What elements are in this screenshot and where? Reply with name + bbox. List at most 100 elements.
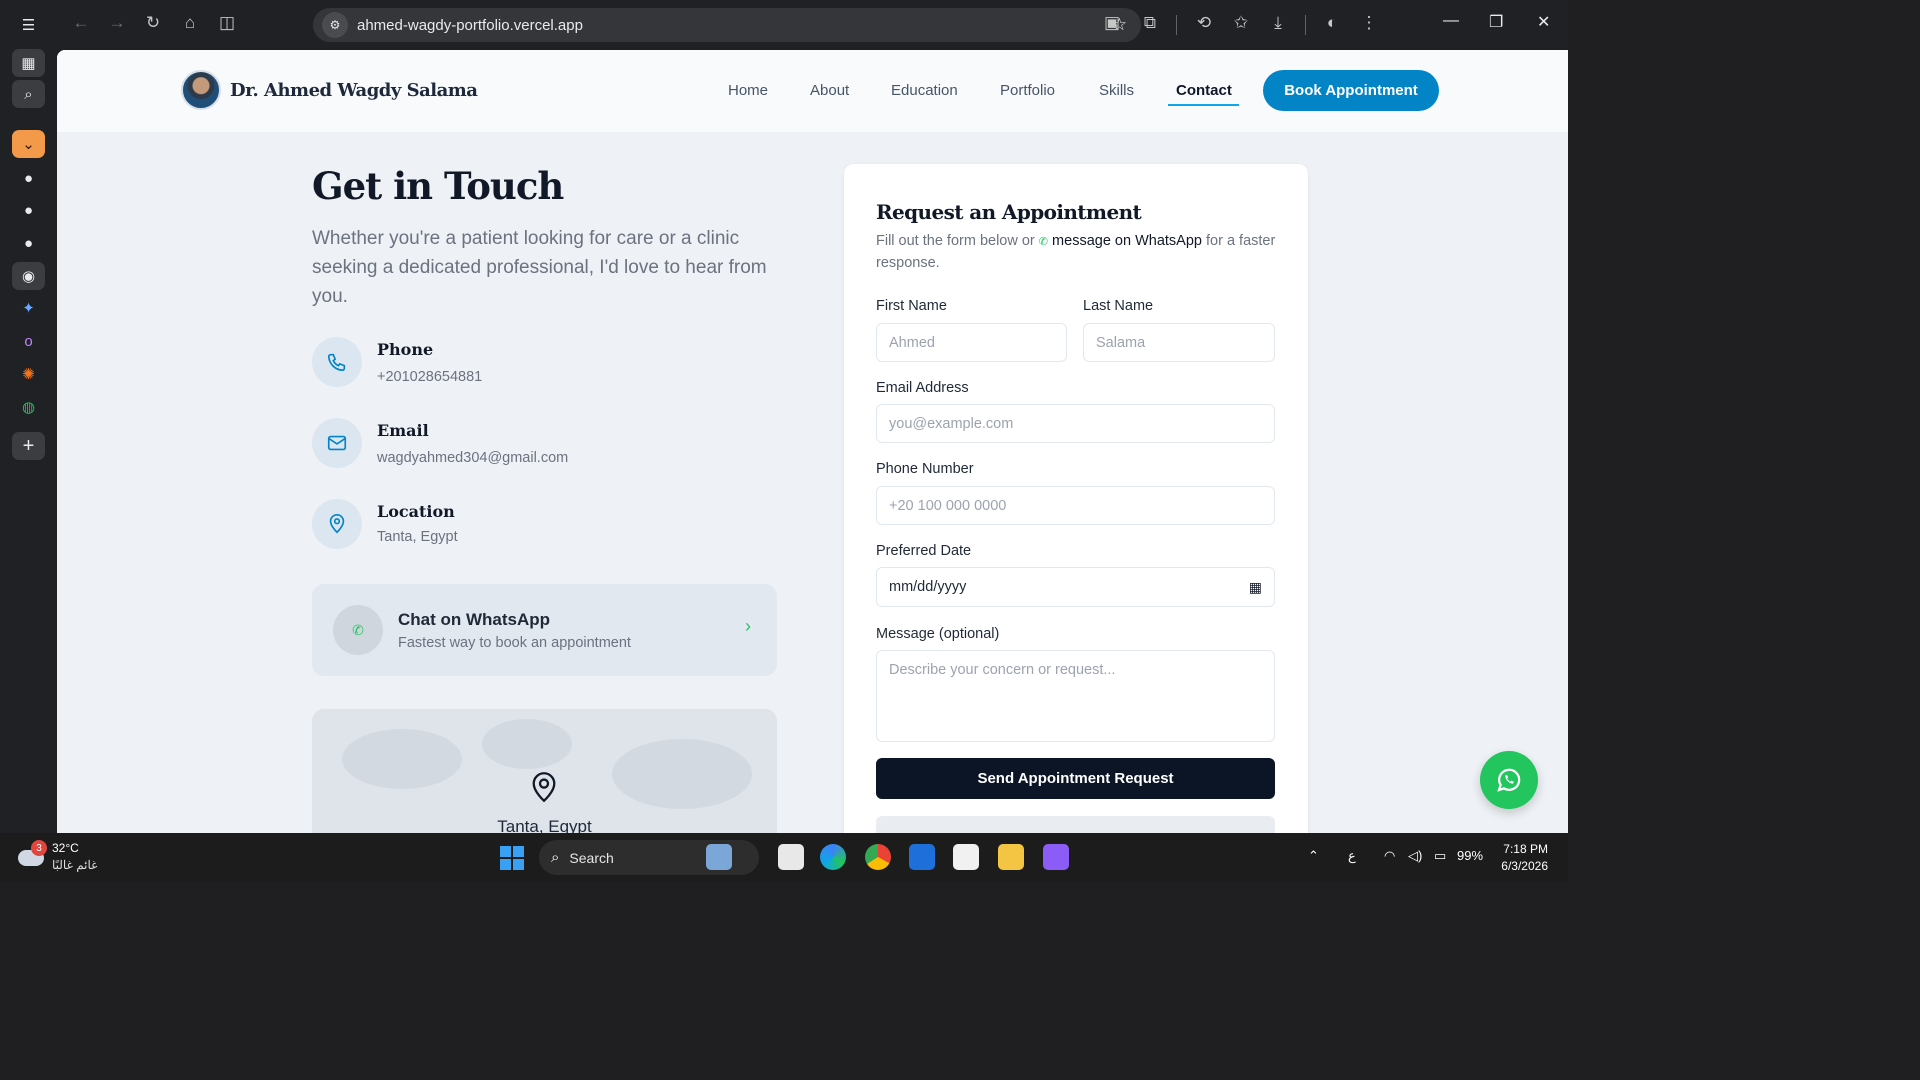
favorites-icon[interactable]: ✩ bbox=[1229, 13, 1253, 33]
tab-grid-icon[interactable]: ▦ bbox=[12, 49, 45, 77]
message-textarea[interactable]: Describe your concern or request... bbox=[876, 650, 1275, 742]
first-name-field[interactable]: Ahmed bbox=[876, 323, 1067, 362]
message-label: Message (optional) bbox=[876, 626, 1000, 642]
whatsapp-link[interactable]: message on WhatsApp bbox=[1052, 233, 1202, 249]
nav-education[interactable]: Education bbox=[891, 82, 958, 99]
minimize-icon[interactable]: — bbox=[1443, 12, 1459, 30]
input-language[interactable]: ع bbox=[1348, 848, 1356, 864]
extension-icon[interactable]: ▣ bbox=[1100, 13, 1124, 33]
sidebar-toggle-icon[interactable]: ☰ bbox=[12, 11, 45, 39]
edge-browser-icon[interactable] bbox=[820, 844, 846, 870]
github-tab-icon[interactable]: ● bbox=[12, 196, 45, 224]
active-nav-indicator bbox=[1168, 104, 1239, 106]
search-icon: ⌕ bbox=[551, 849, 560, 866]
toolbar-divider bbox=[1176, 15, 1177, 35]
email-field[interactable]: you@example.com bbox=[876, 404, 1275, 443]
map-pin-icon bbox=[532, 772, 556, 803]
send-appointment-button[interactable]: Send Appointment Request bbox=[876, 758, 1275, 799]
windows-taskbar: 3 32°C غائم غالبًا ⌕ Search ⌃ ع ◠ ◁) ▭ 9… bbox=[0, 833, 1568, 882]
appointment-form: Request an Appointment Fill out the form… bbox=[844, 164, 1308, 833]
forward-icon[interactable]: → bbox=[105, 13, 129, 33]
tray-overflow-chevron-icon[interactable]: ⌃ bbox=[1308, 848, 1319, 864]
visual-studio-icon[interactable] bbox=[1043, 844, 1069, 870]
whatsapp-floating-button[interactable] bbox=[1480, 751, 1538, 809]
email-label: Email Address bbox=[876, 380, 969, 396]
chevron-right-icon: › bbox=[745, 616, 751, 636]
gemini-tab-icon[interactable]: ✦ bbox=[12, 294, 45, 322]
nav-about[interactable]: About bbox=[810, 82, 849, 99]
back-icon[interactable]: ← bbox=[69, 13, 93, 33]
toolbar-divider bbox=[1305, 15, 1306, 35]
whatsapp-card-title: Chat on WhatsApp bbox=[398, 610, 551, 629]
reload-icon[interactable]: ↻ bbox=[141, 13, 165, 33]
github-tab-icon[interactable]: ● bbox=[12, 229, 45, 257]
download-icon[interactable]: ⤓ bbox=[1266, 13, 1290, 33]
app-tab-icon[interactable]: o bbox=[12, 327, 45, 355]
extensions-puzzle-icon[interactable]: ⧉ bbox=[1138, 13, 1162, 33]
map-texture bbox=[612, 739, 752, 809]
collapse-chevron-icon[interactable]: ⌄ bbox=[12, 130, 45, 158]
url-text[interactable]: ahmed-wagdy-portfolio.vercel.app bbox=[357, 17, 583, 34]
form-title: Request an Appointment bbox=[876, 200, 1142, 224]
notification-badge: 3 bbox=[31, 840, 47, 856]
app-icon[interactable] bbox=[909, 844, 935, 870]
file-explorer-icon[interactable] bbox=[998, 844, 1024, 870]
widgets-app-icon[interactable] bbox=[706, 844, 732, 870]
menu-kebab-icon[interactable]: ⋮ bbox=[1357, 13, 1381, 33]
date-value: mm/dd/yyyy bbox=[889, 579, 967, 595]
brand-name: Dr. Ahmed Wagdy Salama bbox=[230, 79, 478, 101]
nav-portfolio[interactable]: Portfolio bbox=[1000, 82, 1055, 99]
address-bar[interactable]: ⚙ ahmed-wagdy-portfolio.vercel.app ☆ bbox=[313, 8, 1141, 42]
contact-value[interactable]: wagdyahmed304@gmail.com bbox=[377, 450, 568, 466]
map-pin-icon bbox=[312, 499, 362, 549]
map-location-label: Tanta, Egypt bbox=[497, 817, 592, 833]
system-clock[interactable]: 7:18 PM 6/3/2026 bbox=[1501, 841, 1548, 875]
split-view-icon[interactable]: ◫ bbox=[215, 13, 239, 33]
book-appointment-button[interactable]: Book Appointment bbox=[1263, 70, 1439, 111]
close-icon[interactable]: ✕ bbox=[1537, 12, 1550, 32]
clock-date: 6/3/2026 bbox=[1501, 859, 1548, 873]
github-tab-icon[interactable]: ● bbox=[12, 164, 45, 192]
last-name-field[interactable]: Salama bbox=[1083, 323, 1275, 362]
wifi-icon[interactable]: ◠ bbox=[1384, 848, 1395, 864]
browser-toolbar: ← → ↻ ⌂ ◫ ⚙ ahmed-wagdy-portfolio.vercel… bbox=[57, 0, 1568, 50]
contact-label: Location bbox=[377, 502, 455, 521]
app-tab-icon[interactable]: ◍ bbox=[12, 393, 45, 421]
map-texture bbox=[342, 729, 462, 789]
whatsapp-book-button[interactable] bbox=[876, 816, 1275, 833]
location-map[interactable]: Tanta, Egypt bbox=[312, 709, 777, 833]
store-app-icon[interactable] bbox=[953, 844, 979, 870]
new-tab-plus-icon[interactable]: + bbox=[12, 432, 45, 460]
preferred-date-field[interactable]: mm/dd/yyyy ▦ bbox=[876, 567, 1275, 607]
tab-search-icon[interactable]: ⌕ bbox=[12, 80, 45, 108]
page-title: Get in Touch bbox=[312, 164, 564, 208]
whatsapp-phone-icon: ✆ bbox=[333, 605, 383, 655]
home-icon[interactable]: ⌂ bbox=[178, 13, 202, 33]
restore-icon[interactable]: ❐ bbox=[1489, 12, 1503, 32]
portfolio-tab-icon[interactable]: ◉ bbox=[12, 262, 45, 290]
nav-contact[interactable]: Contact bbox=[1176, 82, 1232, 99]
site-settings-icon[interactable]: ⚙ bbox=[322, 12, 348, 38]
phone-field[interactable]: +20 100 000 0000 bbox=[876, 486, 1275, 525]
first-name-label: First Name bbox=[876, 298, 947, 314]
contact-value[interactable]: +201028654881 bbox=[377, 369, 482, 385]
history-icon[interactable]: ⟲ bbox=[1192, 13, 1216, 33]
brand[interactable]: Dr. Ahmed Wagdy Salama bbox=[181, 70, 478, 110]
battery-icon[interactable]: ▭ bbox=[1434, 848, 1446, 864]
whatsapp-chat-card[interactable]: ✆ Chat on WhatsApp Fastest way to book a… bbox=[312, 584, 777, 676]
whatsapp-icon bbox=[1497, 768, 1521, 792]
calendar-icon[interactable]: ▦ bbox=[1249, 579, 1262, 596]
file-app-icon[interactable] bbox=[778, 844, 804, 870]
start-windows-icon[interactable] bbox=[500, 846, 524, 870]
contact-lead-text: Whether you're a patient looking for car… bbox=[312, 228, 767, 307]
weather-temperature: 32°C bbox=[52, 841, 79, 855]
nav-skills[interactable]: Skills bbox=[1099, 82, 1134, 99]
chrome-browser-icon[interactable] bbox=[865, 844, 891, 870]
battery-percent: 99% bbox=[1457, 848, 1484, 863]
profile-avatar-icon[interactable]: ◐ bbox=[1320, 13, 1344, 33]
claude-tab-icon[interactable]: ✺ bbox=[12, 360, 45, 388]
form-subtitle-pre: Fill out the form below or bbox=[876, 233, 1035, 249]
browser-side-rail: ☰ ▦ ⌕ ⌄ ● ● ● ◉ ✦ o ✺ ◍ + bbox=[0, 0, 57, 833]
volume-icon[interactable]: ◁) bbox=[1408, 848, 1422, 864]
nav-home[interactable]: Home bbox=[728, 82, 768, 99]
